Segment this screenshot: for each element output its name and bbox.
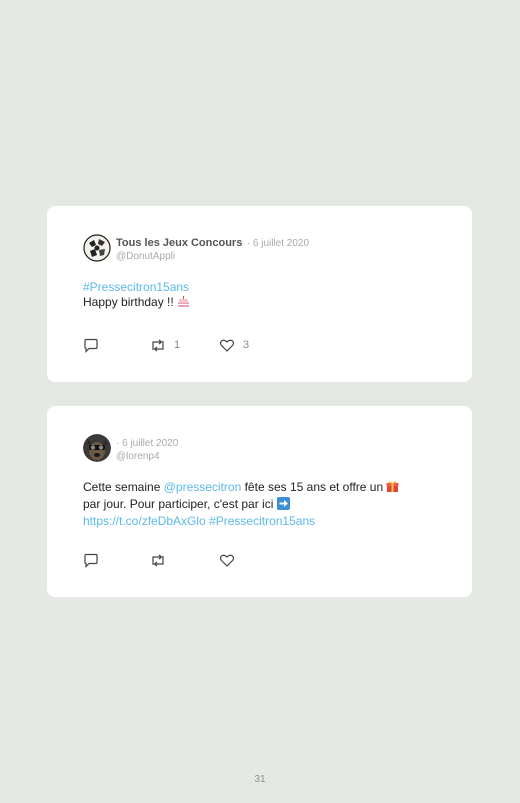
- tweet-meta: Tous les Jeux Concours · 6 juillet 2020 …: [116, 235, 309, 263]
- gift-icon: [386, 480, 399, 497]
- tweet-meta: · 6 juillet 2020 @lorenp4: [116, 435, 178, 463]
- tweet-body: fête ses 15 ans et offre un: [241, 480, 387, 494]
- reply-button[interactable]: [83, 552, 99, 568]
- reply-button[interactable]: [83, 337, 99, 353]
- like-button[interactable]: 3: [219, 337, 249, 353]
- retweet-count: 1: [174, 339, 181, 351]
- page-number: 31: [254, 774, 266, 785]
- reply-icon: [83, 553, 99, 568]
- tweet-actions: [83, 552, 383, 568]
- tweet-body: par jour. Pour participer, c'est par ici: [83, 497, 277, 511]
- like-count: 3: [243, 339, 250, 351]
- url-link[interactable]: https://t.co/zfeDbAxGlo: [83, 514, 206, 528]
- tweet-body: Cette semaine: [83, 480, 164, 494]
- retweet-icon: [150, 338, 166, 353]
- arrow-right-icon: [276, 497, 290, 514]
- author-handle[interactable]: @lorenp4: [116, 450, 178, 463]
- tweet-card: Tous les Jeux Concours · 6 juillet 2020 …: [47, 206, 472, 382]
- tweet-body: Happy birthday !!: [83, 295, 178, 309]
- tweet-date[interactable]: · 6 juillet 2020: [116, 438, 178, 449]
- author-handle[interactable]: @DonutAppli: [116, 250, 309, 263]
- hashtag-link[interactable]: #Pressecitron15ans: [209, 514, 315, 528]
- tweet-actions: 1 3: [83, 337, 383, 353]
- tweet-date[interactable]: · 6 juillet 2020: [247, 238, 309, 249]
- avatar[interactable]: [83, 234, 111, 262]
- retweet-button[interactable]: 1: [150, 337, 180, 353]
- reply-icon: [83, 338, 99, 353]
- author-name[interactable]: Tous les Jeux Concours: [116, 237, 242, 249]
- heart-icon: [219, 338, 235, 353]
- avatar[interactable]: [83, 434, 111, 462]
- mention-link[interactable]: @pressecitron: [164, 480, 242, 494]
- heart-icon: [219, 553, 235, 568]
- retweet-button[interactable]: [150, 552, 174, 568]
- hashtag-link[interactable]: #Pressecitron15ans: [83, 280, 189, 294]
- birthday-cake-icon: [177, 296, 190, 312]
- tweet-text: Cette semaine @pressecitron fête ses 15 …: [83, 480, 443, 529]
- tweet-text: #Pressecitron15ans Happy birthday !!: [83, 280, 443, 312]
- tweet-card: · 6 juillet 2020 @lorenp4 Cette semaine …: [47, 406, 472, 597]
- like-button[interactable]: [219, 552, 243, 568]
- retweet-icon: [150, 553, 166, 568]
